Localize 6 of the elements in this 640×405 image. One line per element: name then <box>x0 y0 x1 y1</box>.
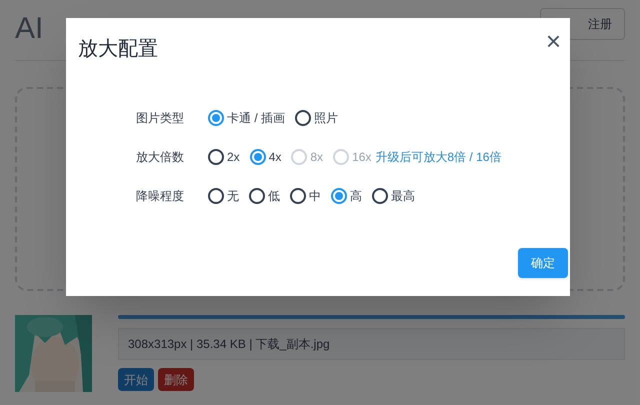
field-label: 图片类型 <box>136 110 185 127</box>
file-info: 308x313px | 35.34 KB | 下载_副本.jpg <box>128 336 330 353</box>
page-title: AI <box>15 11 44 47</box>
dialog-title: 放大配置 <box>78 37 158 62</box>
field-label: 放大倍数 <box>136 149 185 166</box>
field-label: 降噪程度 <box>136 188 185 205</box>
